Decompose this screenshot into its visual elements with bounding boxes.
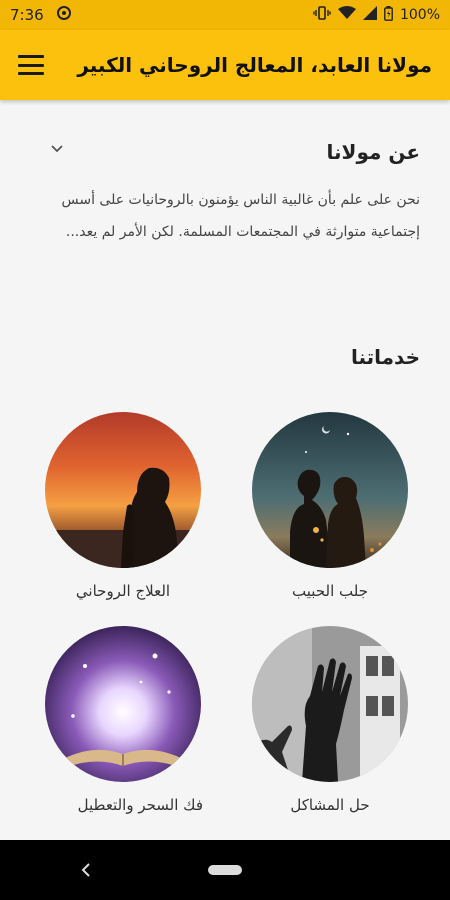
services-title: خدماتنا [350,345,420,369]
wifi-icon [337,6,356,24]
chevron-down-icon[interactable] [50,142,64,156]
back-icon[interactable] [76,858,96,882]
battery-icon [384,5,393,25]
service-label-love: جلب الحبيب [292,582,368,600]
service-card-magic-removal[interactable]: فك السحر والتعطيل [43,626,203,814]
home-pill-icon[interactable] [208,865,242,875]
data-saver-icon [56,5,72,25]
about-title: عن مولانا [326,140,420,164]
service-label-problem-solving: حل المشاكل [290,796,370,814]
app-title: مولانا العابد، المعالج الروحاني الكبير [77,53,432,77]
main-content: عن مولانا نحن على علم بأن غالبية الناس ي… [0,100,450,900]
service-card-spiritual-treatment[interactable]: العلاج الروحاني [43,412,203,600]
service-card-love[interactable]: جلب الحبيب [250,412,410,600]
app-bar: مولانا العابد، المعالج الروحاني الكبير [0,30,450,100]
service-card-problem-solving[interactable]: حل المشاكل [250,626,410,814]
service-label-spiritual-treatment: العلاج الروحاني [75,582,171,600]
hamburger-menu-icon[interactable] [18,55,44,75]
status-bar: 7:36 100% [0,0,450,30]
battery-percent: 100% [399,7,440,23]
system-nav-bar [0,840,450,900]
glowing-book-image [45,626,201,782]
service-label-magic-removal: فك السحر والتعطيل [77,796,203,814]
cell-signal-icon [362,6,377,24]
vibrate-icon [313,6,331,24]
praying-hands-image [45,412,201,568]
love-couple-image [252,412,408,568]
about-text: نحن على علم بأن غالبية الناس يؤمنون بالر… [61,192,420,240]
about-section-header[interactable]: عن مولانا [30,140,420,164]
raised-hands-image [252,626,408,782]
status-time: 7:36 [10,6,44,24]
